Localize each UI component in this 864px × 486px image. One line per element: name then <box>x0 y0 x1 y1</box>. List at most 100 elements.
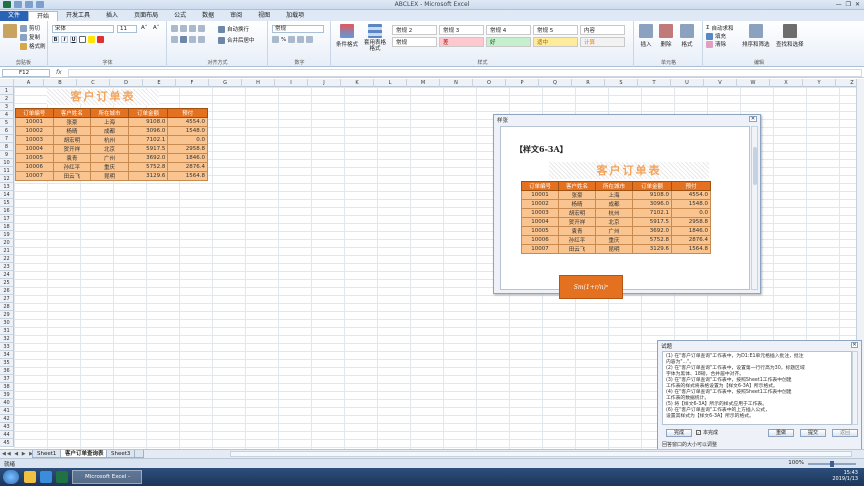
row-header[interactable]: 19 <box>0 231 14 239</box>
sheet-cell[interactable]: 张豪 <box>52 117 92 127</box>
column-header[interactable]: J <box>308 79 341 87</box>
row-header[interactable]: 44 <box>0 431 14 439</box>
sheet-cell[interactable]: 重庆 <box>90 162 129 172</box>
tab-file[interactable]: 文件 <box>0 11 29 21</box>
done-checkbox-mark[interactable]: ✓ <box>696 430 701 435</box>
row-header[interactable]: 16 <box>0 207 14 215</box>
row-header[interactable]: 35 <box>0 359 14 367</box>
sheet-cell[interactable]: 10005 <box>15 153 54 163</box>
column-header[interactable]: A <box>14 79 44 87</box>
row-header[interactable]: 22 <box>0 255 14 263</box>
browser-taskbar-icon[interactable] <box>40 471 52 483</box>
sheet-cell[interactable]: 4554.0 <box>167 117 208 127</box>
align-right-icon[interactable] <box>189 36 196 43</box>
sheet-tab-order-query[interactable]: 客户订单查询表 <box>60 450 109 458</box>
sheet-cell[interactable]: 1564.8 <box>167 171 208 181</box>
sheet-cell[interactable]: 胡宏明 <box>52 135 92 145</box>
delete-cells-button[interactable]: 删除 <box>659 24 673 48</box>
align-top-icon[interactable] <box>171 25 178 32</box>
cell-style-item[interactable]: 常规 <box>392 37 437 47</box>
question-panel[interactable]: 试题 ✕ (1) 在"客户订单查询"工作表中，为D1:E1单元格插入批注，批注内… <box>657 340 862 452</box>
conditional-format-button[interactable]: 条件格式 <box>336 24 358 48</box>
sheet-cell[interactable]: 北京 <box>90 144 129 154</box>
format-cells-button[interactable]: 格式 <box>680 24 694 48</box>
column-header[interactable]: B <box>44 79 77 87</box>
column-header[interactable]: D <box>110 79 143 87</box>
currency-icon[interactable] <box>272 36 279 43</box>
shrink-font-button[interactable]: A˅ <box>153 25 160 31</box>
sheet-cell[interactable]: 7102.1 <box>127 135 169 145</box>
row-header[interactable]: 2 <box>0 95 14 103</box>
column-header[interactable]: T <box>638 79 671 87</box>
sheet-tab-sheet3[interactable]: Sheet3 <box>106 450 136 458</box>
select-all-corner[interactable] <box>0 79 14 87</box>
submit-button[interactable]: 提交 <box>800 429 826 437</box>
comma-style-icon[interactable] <box>288 36 296 43</box>
row-header[interactable]: 38 <box>0 383 14 391</box>
autosum-button[interactable]: Σ 自动求和 <box>706 24 734 32</box>
align-middle-icon[interactable] <box>180 25 187 32</box>
minimize-button[interactable]: — <box>836 1 842 8</box>
column-header[interactable]: Y <box>803 79 836 87</box>
row-header[interactable]: 14 <box>0 191 14 199</box>
insert-cells-button[interactable]: 插入 <box>639 24 653 48</box>
sheet-cell[interactable]: 9108.0 <box>127 117 169 127</box>
cell-style-item[interactable]: 差 <box>439 37 484 47</box>
column-header[interactable]: Q <box>539 79 572 87</box>
row-header[interactable]: 43 <box>0 423 14 431</box>
wrap-text-button[interactable]: 自动换行 <box>218 25 249 33</box>
sample-window-scroll-thumb[interactable] <box>753 147 757 185</box>
cell-style-item[interactable]: 内容 <box>580 25 625 35</box>
tab-page-layout[interactable]: 页面布局 <box>126 11 166 21</box>
paste-button[interactable] <box>3 24 17 38</box>
row-header[interactable]: 41 <box>0 407 14 415</box>
excel-taskbar-icon[interactable] <box>56 471 68 483</box>
tab-view[interactable]: 视图 <box>250 11 278 21</box>
increase-decimal-icon[interactable] <box>297 36 305 43</box>
row-header[interactable]: 33 <box>0 343 14 351</box>
row-header[interactable]: 13 <box>0 183 14 191</box>
cut-button[interactable]: 剪切 <box>20 24 40 32</box>
sample-window-scrollbar[interactable] <box>751 126 758 290</box>
row-header[interactable]: 27 <box>0 295 14 303</box>
row-header[interactable]: 15 <box>0 199 14 207</box>
grow-font-button[interactable]: A˄ <box>141 25 148 31</box>
row-header[interactable]: 24 <box>0 271 14 279</box>
row-header[interactable]: 37 <box>0 375 14 383</box>
cell-style-item[interactable]: 计算 <box>580 37 625 47</box>
column-header[interactable]: K <box>341 79 374 87</box>
row-header[interactable]: 29 <box>0 311 14 319</box>
cell-style-item[interactable]: 常规 5 <box>533 25 578 35</box>
zoom-slider[interactable] <box>808 461 856 467</box>
row-header[interactable]: 8 <box>0 143 14 151</box>
row-header[interactable]: 34 <box>0 351 14 359</box>
row-header[interactable]: 20 <box>0 239 14 247</box>
find-select-button[interactable]: 查找和选择 <box>776 24 804 48</box>
sheet-cell[interactable]: 3692.0 <box>127 153 169 163</box>
name-box[interactable]: F12 <box>2 69 50 77</box>
column-header[interactable]: H <box>242 79 275 87</box>
clear-button[interactable]: 清除 <box>706 40 726 48</box>
column-header[interactable]: E <box>143 79 176 87</box>
fill-color-icon[interactable] <box>88 36 95 43</box>
sheet-cell[interactable]: 10001 <box>15 117 54 127</box>
sheet-cell[interactable]: 袁青 <box>52 153 92 163</box>
row-header[interactable]: 30 <box>0 319 14 327</box>
question-scrollbar[interactable] <box>852 351 858 425</box>
number-format-select[interactable]: 常规 <box>272 25 324 33</box>
tab-insert[interactable]: 插入 <box>98 11 126 21</box>
cell-style-item[interactable]: 好 <box>486 37 531 47</box>
align-bottom-icon[interactable] <box>189 25 196 32</box>
sheet-cell[interactable]: 杭州 <box>90 135 129 145</box>
sample-window[interactable]: 样张 ✕ 【样文6-3A】 客户订单表 订单编号 客户姓名 所在城市 订单金额 预付 10… <box>493 114 761 299</box>
merge-center-button[interactable]: 合并后居中 <box>218 36 255 44</box>
sample-window-close-button[interactable]: ✕ <box>749 116 757 122</box>
order-table[interactable]: 订单编号 客户姓名 所在城市 订单金额 预付 10001 张豪 上海 9108.0 4554.0 1… <box>15 108 208 181</box>
tab-addins[interactable]: 加载项 <box>278 11 312 21</box>
done-checkbox[interactable]: ✓ 本完成 <box>696 429 718 436</box>
sheet-cell[interactable]: 广州 <box>90 153 129 163</box>
sheet-cell[interactable]: 上海 <box>90 117 129 127</box>
zoom-slider-knob[interactable] <box>830 461 834 467</box>
start-button[interactable] <box>3 470 19 484</box>
zoom-level[interactable]: 100% <box>788 460 804 466</box>
